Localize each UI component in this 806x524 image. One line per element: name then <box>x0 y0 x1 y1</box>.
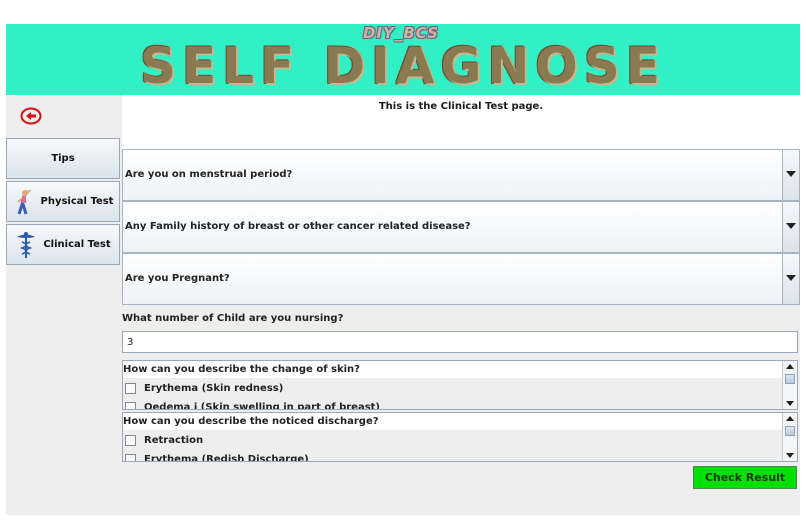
dropdown-label: Are you Pregnant? <box>125 273 230 284</box>
sidebar-item-tips[interactable]: Tips <box>6 138 120 179</box>
discharge-option-retraction[interactable]: Retraction <box>125 433 203 449</box>
scroll-down-icon[interactable] <box>783 398 797 409</box>
vertical-scrollbar[interactable] <box>782 413 797 461</box>
sidebar-item-physical-test[interactable]: Physical Test <box>6 181 120 222</box>
nursing-count-label: What number of Child are you nursing? <box>122 313 344 324</box>
discharge-list[interactable]: How can you describe the noticed dischar… <box>122 412 798 462</box>
scroll-up-icon[interactable] <box>783 413 797 424</box>
checkbox[interactable] <box>125 453 136 461</box>
app-header: DIY_BCS SELF DIAGNOSE <box>6 24 800 95</box>
checkbox[interactable] <box>125 434 136 446</box>
dropdown-label: Any Family history of breast or other ca… <box>125 221 471 232</box>
exercise-figure-icon <box>13 187 35 217</box>
option-label: Erythema (Redish Discharge) <box>144 454 309 462</box>
sidebar: Tips Physical Test Clinical Test <box>6 95 122 515</box>
option-label: Retraction <box>144 435 204 446</box>
scroll-thumb[interactable] <box>785 374 795 384</box>
check-result-button[interactable]: Check Result <box>693 466 797 489</box>
dropdown-label: Are you on menstrual period? <box>125 169 293 180</box>
family-history-dropdown[interactable]: Any Family history of breast or other ca… <box>122 201 800 253</box>
chevron-down-icon[interactable] <box>782 254 799 304</box>
skin-change-list[interactable]: How can you describe the change of skin?… <box>122 360 798 410</box>
chevron-down-icon[interactable] <box>782 202 799 252</box>
vertical-scrollbar[interactable] <box>782 361 797 409</box>
sidebar-item-label: Clinical Test <box>43 239 111 250</box>
skin-option-erythema[interactable]: Erythema (Skin redness) <box>125 381 283 397</box>
menstrual-period-dropdown[interactable]: Are you on menstrual period? <box>122 149 800 201</box>
discharge-question: How can you describe the noticed dischar… <box>123 413 785 430</box>
scroll-thumb[interactable] <box>785 426 795 436</box>
checkbox[interactable] <box>125 382 136 394</box>
option-label: Oedema i (Skin swelling in part of breas… <box>144 402 381 410</box>
skin-option-oedema[interactable]: Oedema i (Skin swelling in part of breas… <box>125 400 381 410</box>
skin-change-question: How can you describe the change of skin? <box>123 361 785 378</box>
sidebar-item-clinical-test[interactable]: Clinical Test <box>6 224 120 265</box>
discharge-option-erythema[interactable]: Erythema (Redish Discharge) <box>125 452 309 462</box>
chevron-down-icon[interactable] <box>782 150 799 200</box>
sidebar-item-label: Physical Test <box>40 196 114 207</box>
caduceus-icon <box>15 230 37 260</box>
back-area <box>6 95 122 137</box>
scroll-up-icon[interactable] <box>783 361 797 372</box>
back-arrow-icon[interactable] <box>20 107 42 125</box>
checkbox[interactable] <box>125 401 136 409</box>
nursing-count-input[interactable] <box>122 331 798 353</box>
brand-title: SELF DIAGNOSE <box>140 37 666 95</box>
option-label: Erythema (Skin redness) <box>144 383 284 394</box>
page-title: This is the Clinical Test page. <box>122 95 800 149</box>
scroll-down-icon[interactable] <box>783 450 797 461</box>
main-panel: This is the Clinical Test page. Are you … <box>122 95 800 515</box>
sidebar-item-label: Tips <box>51 153 75 164</box>
pregnant-dropdown[interactable]: Are you Pregnant? <box>122 253 800 305</box>
